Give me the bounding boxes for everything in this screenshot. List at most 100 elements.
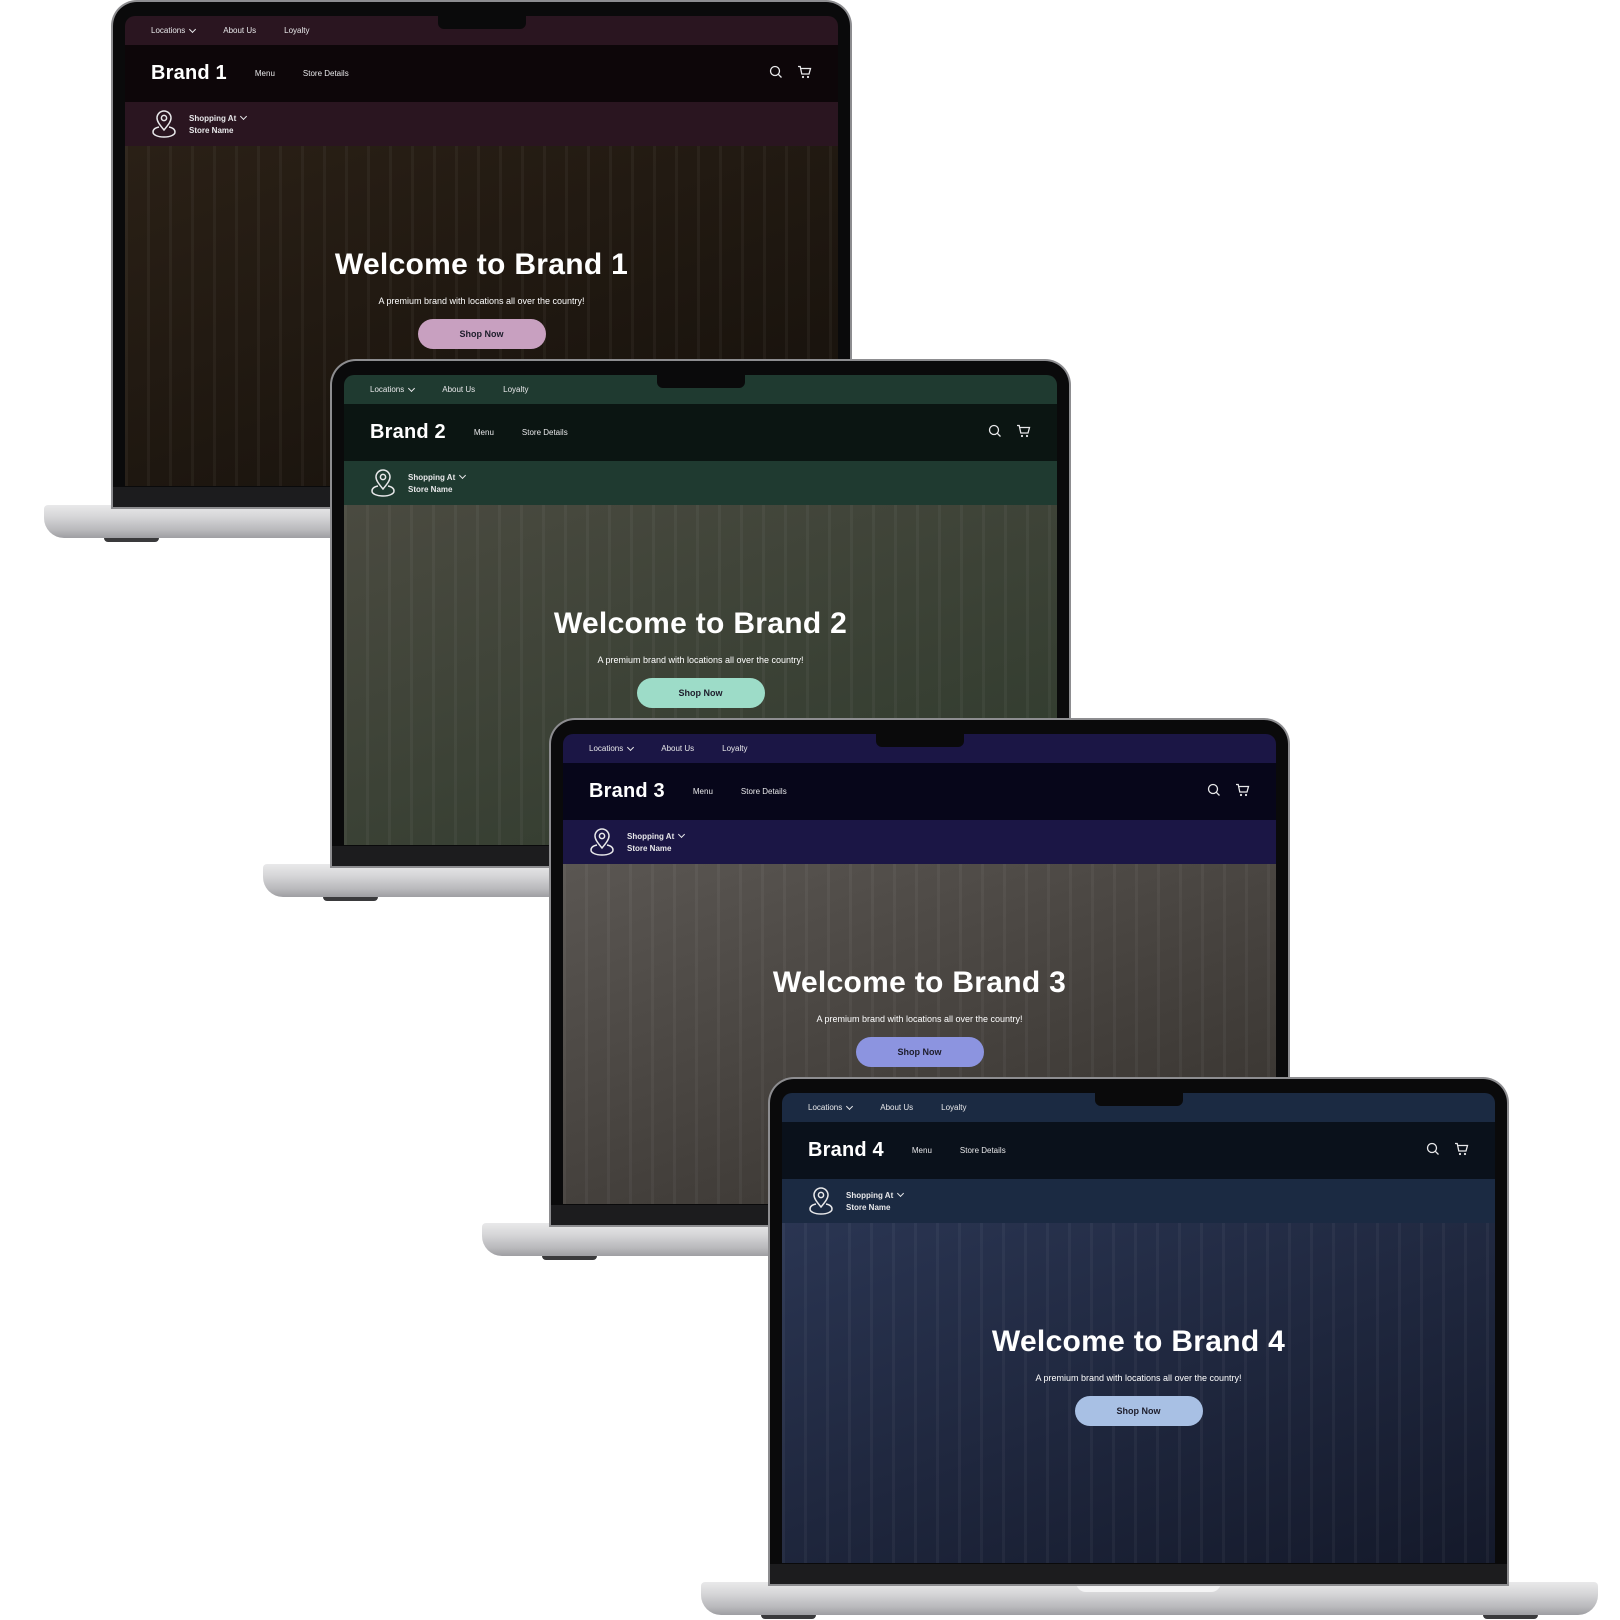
store-name: Store Name (189, 125, 234, 135)
laptop-base (701, 1582, 1598, 1619)
shop-now-button[interactable]: Shop Now (855, 1037, 984, 1067)
loyalty-link[interactable]: Loyalty (722, 744, 747, 753)
store-info: Shopping At Store Name (846, 1189, 905, 1212)
chevron-down-icon (678, 830, 686, 839)
store-details-link[interactable]: Store Details (522, 428, 568, 437)
shopping-at-text: Shopping At (627, 831, 675, 841)
map-pin-icon (371, 469, 395, 497)
search-icon[interactable] (1426, 1142, 1440, 1156)
store-info: Shopping At Store Name (408, 471, 467, 494)
store-info: Shopping At Store Name (189, 112, 248, 135)
shopping-at-label[interactable]: Shopping At (846, 1189, 905, 1200)
store-selector[interactable]: Shopping At Store Name (344, 461, 1057, 505)
loyalty-link[interactable]: Loyalty (503, 385, 528, 394)
store-selector[interactable]: Shopping At Store Name (782, 1179, 1495, 1223)
chevron-down-icon (459, 471, 467, 480)
locations-dropdown[interactable]: Locations (370, 384, 416, 394)
chevron-down-icon (240, 112, 248, 121)
laptop-foot (323, 897, 378, 901)
hero-title: Welcome to Brand 1 (334, 248, 629, 281)
about-us-link[interactable]: About Us (880, 1103, 913, 1112)
store-name: Store Name (846, 1202, 891, 1212)
search-icon[interactable] (988, 424, 1002, 438)
hero-subtitle: A premium brand with locations all over … (378, 296, 585, 306)
shopping-at-text: Shopping At (846, 1190, 894, 1200)
shopping-at-text: Shopping At (408, 472, 456, 482)
cart-icon[interactable] (797, 65, 812, 79)
locations-label: Locations (151, 26, 186, 35)
hero-title: Welcome to Brand 4 (991, 1325, 1286, 1358)
search-icon[interactable] (1207, 783, 1221, 797)
laptop-bezel: Locations About Us Loyalty Brand 4 Menu … (770, 1079, 1507, 1584)
store-details-link[interactable]: Store Details (741, 787, 787, 796)
store-details-link[interactable]: Store Details (303, 69, 349, 78)
shop-now-button[interactable]: Shop Now (417, 319, 546, 349)
about-us-link[interactable]: About Us (661, 744, 694, 753)
locations-label: Locations (808, 1103, 843, 1112)
brand-logo[interactable]: Brand 2 (370, 421, 446, 444)
nav-actions (1426, 1142, 1469, 1156)
store-name: Store Name (408, 484, 453, 494)
shop-now-button[interactable]: Shop Now (1074, 1396, 1203, 1426)
camera-notch (656, 375, 745, 388)
store-info: Shopping At Store Name (627, 830, 686, 853)
chevron-down-icon (408, 384, 416, 392)
main-nav: Brand 4 Menu Store Details (782, 1122, 1495, 1179)
laptop-chin (770, 1564, 1507, 1584)
locations-dropdown[interactable]: Locations (151, 25, 197, 35)
menu-link[interactable]: Menu (912, 1146, 932, 1155)
cart-icon[interactable] (1454, 1142, 1469, 1156)
hero-subtitle: A premium brand with locations all over … (597, 655, 804, 665)
shopping-at-label[interactable]: Shopping At (627, 830, 686, 841)
map-pin-icon (809, 1187, 833, 1215)
shop-now-button[interactable]: Shop Now (636, 678, 765, 708)
hero-section: Welcome to Brand 4 A premium brand with … (782, 1223, 1495, 1563)
store-name: Store Name (627, 843, 672, 853)
about-us-link[interactable]: About Us (442, 385, 475, 394)
search-icon[interactable] (769, 65, 783, 79)
brand-logo[interactable]: Brand 1 (151, 62, 227, 85)
cart-icon[interactable] (1235, 783, 1250, 797)
main-nav: Brand 2 Menu Store Details (344, 404, 1057, 461)
nav-actions (769, 65, 812, 79)
brand-logo[interactable]: Brand 3 (589, 780, 665, 803)
hero-subtitle: A premium brand with locations all over … (1035, 1373, 1242, 1383)
menu-link[interactable]: Menu (474, 428, 494, 437)
locations-label: Locations (370, 385, 405, 394)
chevron-down-icon (627, 743, 635, 751)
camera-notch (875, 734, 964, 747)
brand-logo[interactable]: Brand 4 (808, 1139, 884, 1162)
store-selector[interactable]: Shopping At Store Name (125, 102, 838, 146)
chevron-down-icon (846, 1102, 854, 1110)
nav-actions (988, 424, 1031, 438)
laptop-foot (1483, 1615, 1538, 1619)
locations-dropdown[interactable]: Locations (808, 1102, 854, 1112)
hero-title: Welcome to Brand 2 (553, 607, 848, 640)
hero-title: Welcome to Brand 3 (772, 966, 1067, 999)
about-us-link[interactable]: About Us (223, 26, 256, 35)
website-screen: Locations About Us Loyalty Brand 4 Menu … (782, 1093, 1495, 1563)
menu-link[interactable]: Menu (693, 787, 713, 796)
shopping-at-label[interactable]: Shopping At (408, 471, 467, 482)
store-details-link[interactable]: Store Details (960, 1146, 1006, 1155)
locations-dropdown[interactable]: Locations (589, 743, 635, 753)
hero-background-image (782, 1223, 1495, 1563)
camera-notch (437, 16, 526, 29)
main-nav: Brand 3 Menu Store Details (563, 763, 1276, 820)
chevron-down-icon (189, 25, 197, 33)
laptop-brand-4: Locations About Us Loyalty Brand 4 Menu … (701, 1079, 1603, 1619)
laptop-foot (542, 1256, 597, 1260)
loyalty-link[interactable]: Loyalty (284, 26, 309, 35)
map-pin-icon (152, 110, 176, 138)
locations-label: Locations (589, 744, 624, 753)
main-nav: Brand 1 Menu Store Details (125, 45, 838, 102)
map-pin-icon (590, 828, 614, 856)
loyalty-link[interactable]: Loyalty (941, 1103, 966, 1112)
store-selector[interactable]: Shopping At Store Name (563, 820, 1276, 864)
laptop-foot (104, 538, 159, 542)
shopping-at-text: Shopping At (189, 113, 237, 123)
shopping-at-label[interactable]: Shopping At (189, 112, 248, 123)
camera-notch (1094, 1093, 1183, 1106)
menu-link[interactable]: Menu (255, 69, 275, 78)
cart-icon[interactable] (1016, 424, 1031, 438)
